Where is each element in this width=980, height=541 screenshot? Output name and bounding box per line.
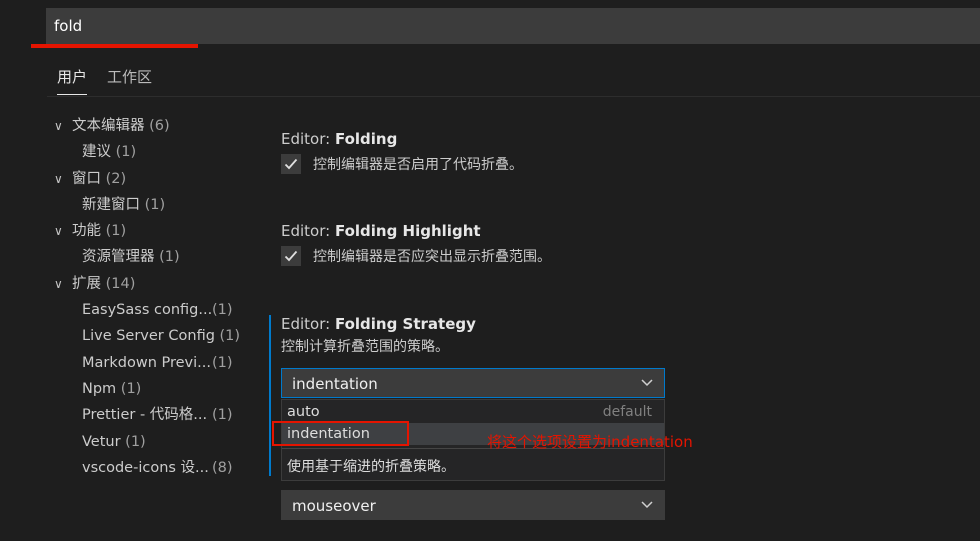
toc-label: Npm (82, 380, 117, 397)
toc-label: Markdown Previ... (82, 354, 211, 371)
setting-description: 控制计算折叠范围的策略。 (281, 339, 449, 355)
setting-name: Folding (334, 130, 398, 148)
setting-description: 控制编辑器是否应突出显示折叠范围。 (313, 249, 551, 265)
settings-toc: ∨ 文本编辑器 (6) 建议 (1) ∨ 窗口 (2) 新建窗口 (1) ∨ 功能 (… (50, 113, 250, 481)
setting-title: Editor: Folding Highlight (281, 220, 551, 242)
toc-count: (1) (219, 328, 241, 345)
toc-item-easysass[interactable]: EasySass config... (1) (50, 297, 250, 323)
toc-count: (1) (115, 144, 137, 161)
annotation-text: 将这个选项设置为indentation (487, 433, 693, 451)
annotation-highlight-box (272, 421, 409, 446)
chevron-down-icon: ∨ (54, 171, 63, 186)
setting-title: Editor: Folding Strategy (281, 313, 476, 335)
option-default-hint: default (602, 404, 652, 420)
setting-title: Editor: Folding (281, 128, 523, 150)
toc-count: (1) (120, 380, 142, 397)
toc-item-npm[interactable]: Npm (1) (50, 376, 250, 402)
toc-label: 功能 (72, 223, 101, 240)
setting-name: Folding Strategy (334, 315, 476, 333)
toc-item-suggest[interactable]: 建议 (1) (50, 139, 250, 165)
option-description: 使用基于缩进的折叠策略。 (287, 459, 455, 475)
toc-count: (2) (105, 170, 127, 187)
select-value: mouseover (292, 497, 376, 515)
toc-item-vscode-icons[interactable]: vscode-icons 设... (8) (50, 455, 250, 481)
chevron-down-icon: ∨ (54, 224, 63, 239)
folding-checkbox[interactable] (281, 154, 301, 174)
toc-count: (8) (212, 459, 233, 476)
setting-row: 控制编辑器是否应突出显示折叠范围。 (281, 246, 551, 268)
option-label: auto (287, 404, 320, 420)
toc-label: 资源管理器 (82, 249, 155, 266)
toc-count: (1) (159, 249, 180, 266)
tab-workspace[interactable]: 工作区 (107, 60, 152, 94)
toc-label: vscode-icons 设... (82, 459, 209, 476)
setting-category: Editor: (281, 130, 335, 148)
toc-label: 文本编辑器 (72, 118, 145, 134)
toc-label: EasySass config... (82, 302, 213, 319)
toc-count: (1) (125, 433, 146, 450)
toc-item-markdown-preview[interactable]: Markdown Previ... (1) (50, 350, 250, 376)
tab-user[interactable]: 用户 (57, 60, 88, 95)
toc-label: Vetur (82, 433, 121, 450)
toc-label: Prettier - 代码格... (82, 407, 208, 424)
toc-count: (1) (144, 196, 166, 213)
toc-count: (1) (212, 354, 233, 371)
setting-row: 控制编辑器是否启用了代码折叠。 (281, 154, 523, 176)
toc-label: 建议 (82, 144, 111, 161)
toc-item-live-server[interactable]: Live Server Config (1) (50, 323, 250, 349)
setting-description: 控制编辑器是否启用了代码折叠。 (313, 157, 523, 173)
settings-scope-tabs: 用户 工作区 (47, 60, 980, 96)
toc-count: (1) (105, 223, 127, 240)
option-auto[interactable]: auto default (282, 401, 664, 423)
check-icon (284, 158, 298, 170)
toc-count: (14) (105, 275, 136, 292)
toc-item-text-editor[interactable]: ∨ 文本编辑器 (6) (50, 113, 250, 139)
toc-item-prettier[interactable]: Prettier - 代码格... (1) (50, 402, 250, 428)
toc-item-window[interactable]: ∨ 窗口 (2) (50, 166, 250, 192)
search-highlight-underline (31, 44, 198, 48)
toc-item-vetur[interactable]: Vetur (1) (50, 429, 250, 455)
next-setting-select[interactable]: mouseover (281, 490, 665, 520)
toc-count: (6) (149, 118, 170, 134)
toc-item-new-window[interactable]: 新建窗口 (1) (50, 192, 250, 218)
chevron-down-icon (640, 491, 654, 529)
select-value: indentation (292, 375, 378, 393)
toc-item-extensions[interactable]: ∨ 扩展 (14) (50, 271, 250, 297)
chevron-down-icon: ∨ (54, 119, 63, 133)
setting-category: Editor: (281, 315, 335, 333)
check-icon (284, 250, 298, 262)
folding-highlight-checkbox[interactable] (281, 246, 301, 266)
toc-item-explorer[interactable]: 资源管理器 (1) (50, 244, 250, 270)
tabs-divider (47, 96, 980, 97)
folding-strategy-select[interactable]: indentation (281, 368, 665, 398)
setting-focus-indicator (269, 315, 271, 476)
toc-label: Live Server Config (82, 328, 215, 345)
chevron-down-icon: ∨ (54, 276, 63, 291)
toc-count: (1) (212, 407, 233, 424)
toc-label: 新建窗口 (82, 196, 140, 213)
settings-search-input[interactable] (54, 8, 854, 44)
setting-editor-folding-highlight: Editor: Folding Highlight 控制编辑器是否应突出显示折叠… (281, 220, 551, 268)
toc-label: 窗口 (72, 170, 101, 187)
toc-label: 扩展 (72, 275, 101, 292)
setting-editor-folding-strategy: Editor: Folding Strategy 控制计算折叠范围的策略。 (281, 313, 476, 358)
setting-category: Editor: (281, 222, 335, 240)
toc-item-features[interactable]: ∨ 功能 (1) (50, 218, 250, 244)
setting-editor-folding: Editor: Folding 控制编辑器是否启用了代码折叠。 (281, 128, 523, 176)
toc-count: (1) (212, 302, 233, 319)
setting-name: Folding Highlight (334, 222, 481, 240)
